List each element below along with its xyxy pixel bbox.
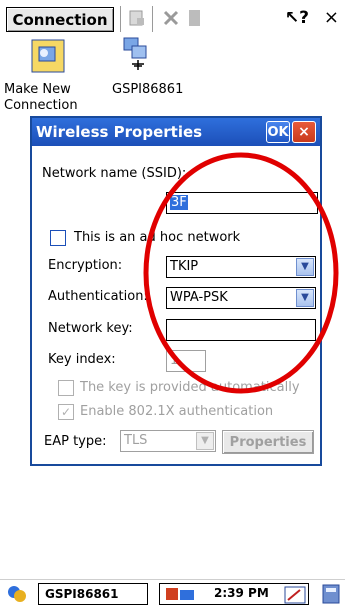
network-task-button[interactable]: GSPI86861: [38, 583, 148, 605]
annotation-circle: [143, 152, 339, 394]
clock[interactable]: 2:39 PM: [214, 586, 269, 600]
desktop-icon[interactable]: [321, 583, 341, 609]
taskbar: GSPI86861 2:39 PM: [0, 579, 345, 607]
network-tray-icon[interactable]: [164, 586, 204, 604]
input-panel-icon[interactable]: [284, 586, 306, 604]
network-status-icon[interactable]: [6, 584, 30, 608]
system-tray: 2:39 PM: [159, 583, 309, 605]
